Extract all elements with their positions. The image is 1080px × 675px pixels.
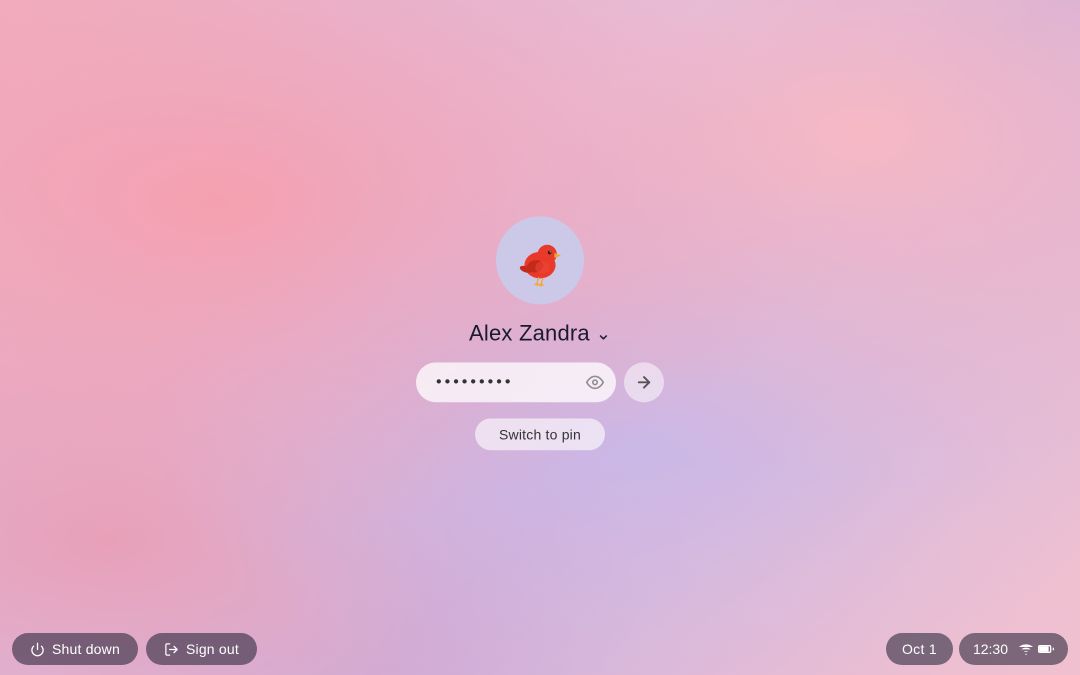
chevron-down-icon: ⌄ [596,323,611,344]
bird-icon [510,230,570,290]
power-icon [30,642,45,657]
signout-icon [164,642,179,657]
shutdown-label: Shut down [52,641,120,657]
show-password-button[interactable] [584,371,606,393]
password-row [416,362,664,402]
shutdown-button[interactable]: Shut down [12,633,138,665]
username-row[interactable]: Alex Zandra ⌄ [469,320,611,346]
date-display: Oct 1 [886,633,953,665]
eye-icon [586,373,604,391]
username-label: Alex Zandra [469,320,590,346]
avatar [496,216,584,304]
wifi-icon [1018,641,1034,657]
arrow-right-icon [635,373,653,391]
battery-icon [1038,641,1054,657]
signout-label: Sign out [186,641,239,657]
bottom-left-actions: Shut down Sign out [12,633,257,665]
signout-button[interactable]: Sign out [146,633,257,665]
submit-button[interactable] [624,362,664,402]
bottom-bar: Shut down Sign out Oct 1 12:30 [0,623,1080,675]
password-input-wrapper [416,362,616,402]
status-icons-group: 12:30 [959,633,1068,665]
time-display: 12:30 [973,641,1008,657]
bottom-right-status: Oct 1 12:30 [886,633,1068,665]
switch-to-pin-button[interactable]: Switch to pin [475,418,605,450]
login-panel: Alex Zandra ⌄ Switch to pin [416,216,664,450]
